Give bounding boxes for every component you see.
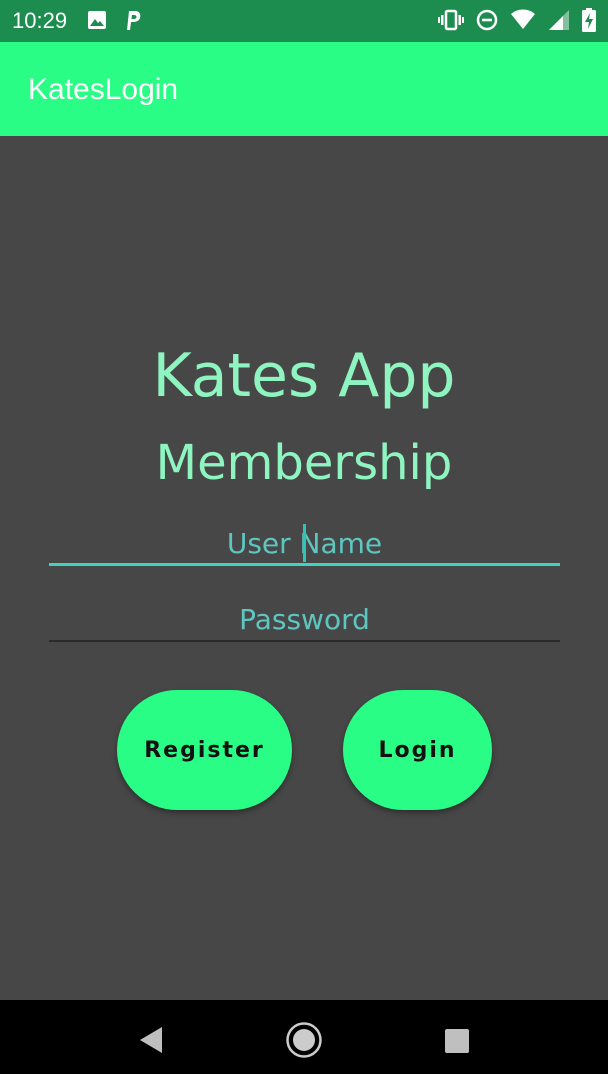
login-content: Kates App Membership Register Login	[0, 136, 608, 1000]
do-not-disturb-icon	[476, 9, 498, 31]
status-left-icons	[87, 9, 142, 31]
text-caret	[303, 524, 306, 562]
login-button[interactable]: Login	[343, 690, 492, 810]
membership-heading: Membership	[155, 435, 453, 491]
nav-bar	[0, 1000, 608, 1074]
password-input[interactable]	[49, 596, 560, 642]
status-right-icons	[438, 8, 596, 32]
app-bar: KatesLogin	[0, 42, 608, 136]
wifi-icon	[511, 9, 535, 29]
home-icon[interactable]	[285, 1021, 323, 1059]
recents-icon[interactable]	[444, 1028, 470, 1054]
cell-signal-icon	[549, 10, 569, 30]
status-bar: 10:29	[0, 0, 608, 42]
image-icon	[88, 11, 106, 29]
register-button[interactable]: Register	[117, 690, 292, 810]
battery-charging-icon	[582, 8, 596, 32]
app-heading: Kates App	[152, 341, 456, 411]
parking-icon	[127, 11, 141, 30]
app-title: KatesLogin	[28, 73, 179, 106]
status-time: 10:29	[12, 8, 68, 33]
back-icon[interactable]	[138, 1025, 164, 1055]
vibrate-icon	[438, 9, 464, 31]
username-underline	[49, 563, 560, 566]
username-field[interactable]	[49, 520, 560, 566]
password-field[interactable]	[49, 596, 560, 642]
password-underline	[49, 640, 560, 642]
